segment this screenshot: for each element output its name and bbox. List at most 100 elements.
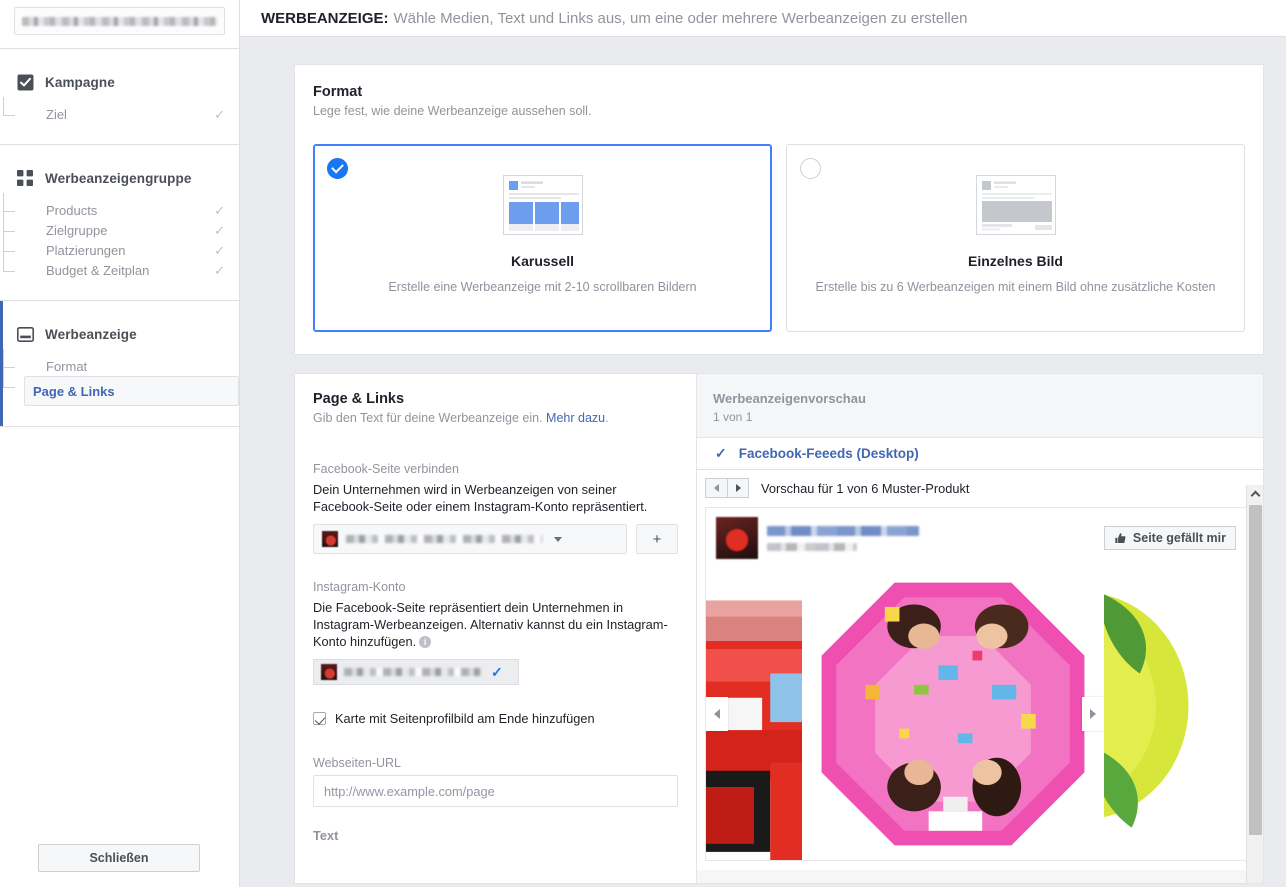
website-url-input[interactable]: http://www.example.com/page bbox=[313, 775, 678, 807]
more-info-link[interactable]: Mehr dazu bbox=[546, 411, 605, 425]
completed-check-icon: ✓ bbox=[214, 242, 225, 258]
divider bbox=[0, 426, 239, 427]
close-button[interactable]: Schließen bbox=[38, 844, 200, 872]
profile-card-checkbox-row[interactable]: Karte mit Seitenprofilbild am Ende hinzu… bbox=[313, 711, 678, 726]
carousel-next-button[interactable] bbox=[1082, 697, 1104, 731]
preview-tab-facebook-feeds[interactable]: ✓ Facebook-Feeeds (Desktop) bbox=[697, 438, 1263, 470]
scroll-up-button[interactable] bbox=[1247, 485, 1263, 503]
main-area: WERBEANZEIGE: Wähle Medien, Text und Lin… bbox=[240, 0, 1286, 887]
instagram-name-redacted bbox=[344, 668, 484, 676]
page-subtitle: Wähle Medien, Text und Links aus, um ein… bbox=[393, 9, 968, 27]
account-selector[interactable] bbox=[14, 7, 225, 35]
scrollbar-thumb[interactable] bbox=[1249, 505, 1262, 835]
sidebar-group-header[interactable]: Werbeanzeigengruppe bbox=[0, 167, 239, 189]
instagram-account-select[interactable]: ✓ bbox=[313, 659, 519, 685]
instagram-avatar bbox=[321, 664, 337, 680]
content-scroll: Format Lege fest, wie deine Werbeanzeige… bbox=[240, 37, 1286, 884]
carousel-prev-button[interactable] bbox=[706, 697, 728, 731]
carousel-slide-pink-umbrella[interactable] bbox=[802, 568, 1104, 860]
description-suffix: . bbox=[605, 411, 609, 425]
preview-next-button[interactable] bbox=[727, 478, 749, 498]
carousel-slide-green-fruit[interactable] bbox=[1104, 568, 1208, 860]
sidebar-sub-list: Ziel ✓ bbox=[0, 97, 239, 124]
profile-card-checkbox[interactable] bbox=[313, 712, 326, 725]
ad-preview-count: 1 von 1 bbox=[713, 410, 753, 424]
sidebar-item-label: Zielgruppe bbox=[46, 222, 108, 238]
page-links-card: Page & Links Gib den Text für deine Werb… bbox=[294, 373, 696, 884]
format-options: Karussell Erstelle eine Werbeanzeige mit… bbox=[313, 144, 1245, 332]
sidebar-group-header[interactable]: Kampagne bbox=[0, 71, 239, 93]
sidebar-item-ziel[interactable]: Ziel ✓ bbox=[24, 104, 239, 124]
preview-scrollbar[interactable] bbox=[1246, 485, 1263, 883]
format-option-karussell[interactable]: Karussell Erstelle eine Werbeanzeige mit… bbox=[313, 144, 772, 332]
sidebar-group-title: Kampagne bbox=[45, 74, 115, 90]
format-option-description: Erstelle eine Werbeanzeige mit 2-10 scro… bbox=[388, 280, 697, 294]
format-option-description: Erstelle bis zu 6 Werbeanzeigen mit eine… bbox=[815, 280, 1216, 294]
facebook-page-field: Facebook-Seite verbinden Dein Unternehme… bbox=[313, 462, 678, 554]
like-page-button[interactable]: Seite gefällt mir bbox=[1103, 526, 1236, 550]
format-card: Format Lege fest, wie deine Werbeanzeige… bbox=[294, 64, 1264, 355]
tree-lines bbox=[3, 193, 22, 280]
ad-preview-title: Werbeanzeigenvorschau bbox=[713, 391, 866, 406]
green-yellow-fruit-image bbox=[1104, 568, 1208, 860]
format-description: Lege fest, wie deine Werbeanzeige ausseh… bbox=[313, 104, 592, 118]
check-icon: ✓ bbox=[715, 445, 727, 461]
preview-nav-caption: Vorschau für 1 von 6 Muster-Produkt bbox=[761, 480, 970, 496]
website-url-field: Webseiten-URL http://www.example.com/pag… bbox=[313, 756, 678, 807]
ad-preview-card: Werbeanzeigenvorschau 1 von 1 ✓ Facebook… bbox=[696, 373, 1264, 884]
ad-page-name-redacted bbox=[767, 525, 919, 536]
facebook-page-label: Facebook-Seite verbinden bbox=[313, 462, 459, 476]
sidebar-item-format[interactable]: Format bbox=[24, 356, 239, 376]
sidebar-item-label: Budget & Zeitplan bbox=[46, 262, 150, 278]
completed-check-icon: ✓ bbox=[214, 202, 225, 218]
like-page-button-label: Seite gefällt mir bbox=[1132, 531, 1226, 545]
preview-nav: Vorschau für 1 von 6 Muster-Produkt bbox=[697, 478, 1263, 498]
page-links-description-text: Gib den Text für deine Werbeanzeige ein. bbox=[313, 411, 543, 425]
ad-preview-body: Vorschau für 1 von 6 Muster-Produkt Seit… bbox=[697, 470, 1263, 870]
sidebar-item-platzierungen[interactable]: Platzierungen ✓ bbox=[24, 240, 239, 260]
pink-umbrella-image bbox=[807, 568, 1099, 860]
page-name-redacted bbox=[346, 535, 542, 543]
page-links-description: Gib den Text für deine Werbeanzeige ein.… bbox=[313, 411, 678, 425]
single-image-layout-icon bbox=[975, 175, 1056, 235]
sidebar-group-title: Werbeanzeigengruppe bbox=[45, 170, 192, 186]
tree-lines bbox=[3, 97, 22, 124]
ad-mock-header: Seite gefällt mir bbox=[706, 508, 1246, 568]
ad-mock: Seite gefällt mir bbox=[705, 507, 1247, 861]
ads-manager-window: Kampagne Ziel ✓ Werbeanzeigengruppe Prod… bbox=[0, 0, 1286, 887]
sidebar-group-header[interactable]: Werbeanzeige bbox=[0, 323, 239, 345]
info-icon[interactable]: i bbox=[419, 636, 432, 648]
carousel-slide-red-toy-car[interactable] bbox=[706, 568, 802, 860]
chevron-down-icon bbox=[554, 536, 562, 542]
sidebar-item-label: Platzierungen bbox=[46, 242, 126, 258]
sidebar: Kampagne Ziel ✓ Werbeanzeigengruppe Prod… bbox=[0, 0, 240, 887]
sidebar-item-label: Format bbox=[46, 358, 88, 374]
sidebar-item-label: Ziel bbox=[46, 106, 67, 122]
radio-selected-icon[interactable] bbox=[327, 158, 348, 179]
ad-window-icon bbox=[16, 325, 34, 343]
profile-card-checkbox-label: Karte mit Seitenprofilbild am Ende hinzu… bbox=[335, 711, 595, 726]
sidebar-item-zielgruppe[interactable]: Zielgruppe ✓ bbox=[24, 220, 239, 240]
sidebar-item-page-links[interactable]: Page & Links bbox=[24, 376, 239, 406]
sidebar-group-title: Werbeanzeige bbox=[45, 326, 137, 342]
facebook-page-row: + bbox=[313, 524, 678, 554]
preview-prev-button[interactable] bbox=[705, 478, 727, 498]
completed-check-icon: ✓ bbox=[214, 106, 225, 122]
format-option-einzelnes-bild[interactable]: Einzelnes Bild Erstelle bis zu 6 Werbean… bbox=[786, 144, 1245, 332]
page-header: WERBEANZEIGE: Wähle Medien, Text und Lin… bbox=[240, 0, 1286, 37]
add-page-button[interactable]: + bbox=[636, 524, 678, 554]
facebook-page-select[interactable] bbox=[313, 524, 627, 554]
account-name-redacted bbox=[22, 16, 217, 26]
thumbs-up-icon bbox=[1115, 532, 1126, 543]
sidebar-item-products[interactable]: Products ✓ bbox=[24, 200, 239, 220]
triangle-left-icon bbox=[714, 484, 719, 492]
sidebar-sub-list: Products ✓ Zielgruppe ✓ Platzierungen ✓ … bbox=[0, 193, 239, 280]
completed-check-icon: ✓ bbox=[214, 262, 225, 278]
preview-tab-label: Facebook-Feeeds (Desktop) bbox=[738, 446, 919, 461]
radio-unselected-icon[interactable] bbox=[800, 158, 821, 179]
sidebar-item-budget-zeitplan[interactable]: Budget & Zeitplan ✓ bbox=[24, 260, 239, 280]
sidebar-group-werbeanzeige: Werbeanzeige Format Page & Links bbox=[0, 301, 239, 426]
format-title: Format bbox=[313, 84, 363, 100]
ad-preview-header: Werbeanzeigenvorschau 1 von 1 bbox=[697, 374, 1263, 438]
arrow-left-icon bbox=[714, 709, 720, 719]
